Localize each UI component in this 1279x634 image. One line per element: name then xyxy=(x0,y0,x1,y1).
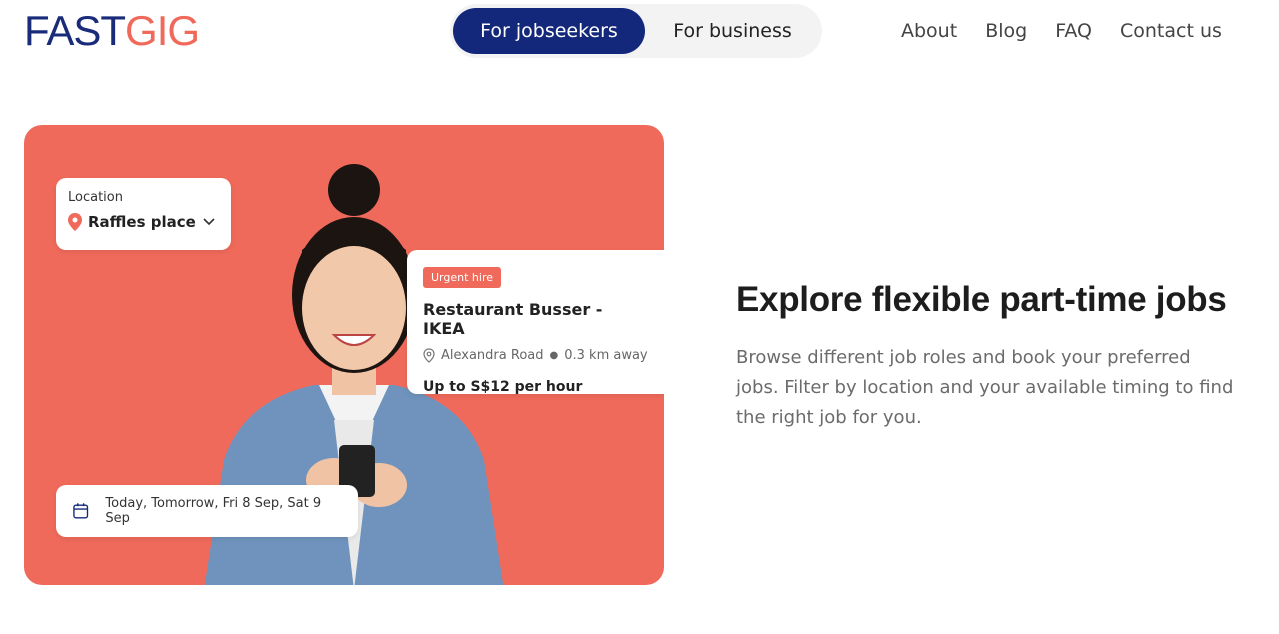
job-location: Alexandra Road xyxy=(441,348,544,363)
location-label: Location xyxy=(68,190,123,205)
date-list: Today, Tomorrow, Fri 8 Sep, Sat 9 Sep xyxy=(105,496,322,526)
job-distance: 0.3 km away xyxy=(564,348,648,363)
calendar-icon xyxy=(73,503,89,519)
separator-dot: ● xyxy=(549,350,559,361)
job-title: Restaurant Busser - IKEA xyxy=(423,300,603,338)
for-business-button[interactable]: For business xyxy=(650,8,815,54)
nav-blog-link[interactable]: Blog xyxy=(985,20,1027,42)
location-pin-outline-icon xyxy=(423,348,435,363)
urgent-hire-badge: Urgent hire xyxy=(423,267,501,288)
nav-contact-link[interactable]: Contact us xyxy=(1120,20,1222,42)
location-value: Raffles place xyxy=(88,213,196,231)
page-description: Browse different job roles and book your… xyxy=(736,347,1234,428)
audience-toggle: For jobseekers For business xyxy=(450,4,822,58)
nav-about-link[interactable]: About xyxy=(901,20,957,42)
date-card[interactable]: Today, Tomorrow, Fri 8 Sep, Sat 9 Sep xyxy=(56,485,358,537)
chevron-down-icon xyxy=(203,218,215,226)
nav-faq-link[interactable]: FAQ xyxy=(1055,20,1092,42)
fastgig-logo[interactable]: FASTGIG xyxy=(24,7,200,54)
location-pin-icon xyxy=(68,213,82,231)
page-headline: Explore flexible part-time jobs xyxy=(736,280,1227,319)
location-card[interactable]: Location Raffles place xyxy=(56,178,231,250)
top-nav: About Blog FAQ Contact us xyxy=(901,20,1222,42)
job-pay: Up to S$12 per hour xyxy=(423,379,583,395)
logo-gig: GIG xyxy=(125,7,200,54)
hero-image: Location Raffles place Urgent hire Resta… xyxy=(24,125,664,585)
job-card[interactable]: Urgent hire Restaurant Busser - IKEA Ale… xyxy=(407,250,664,395)
for-jobseekers-button[interactable]: For jobseekers xyxy=(453,8,645,54)
logo-fast: FAST xyxy=(24,7,126,54)
